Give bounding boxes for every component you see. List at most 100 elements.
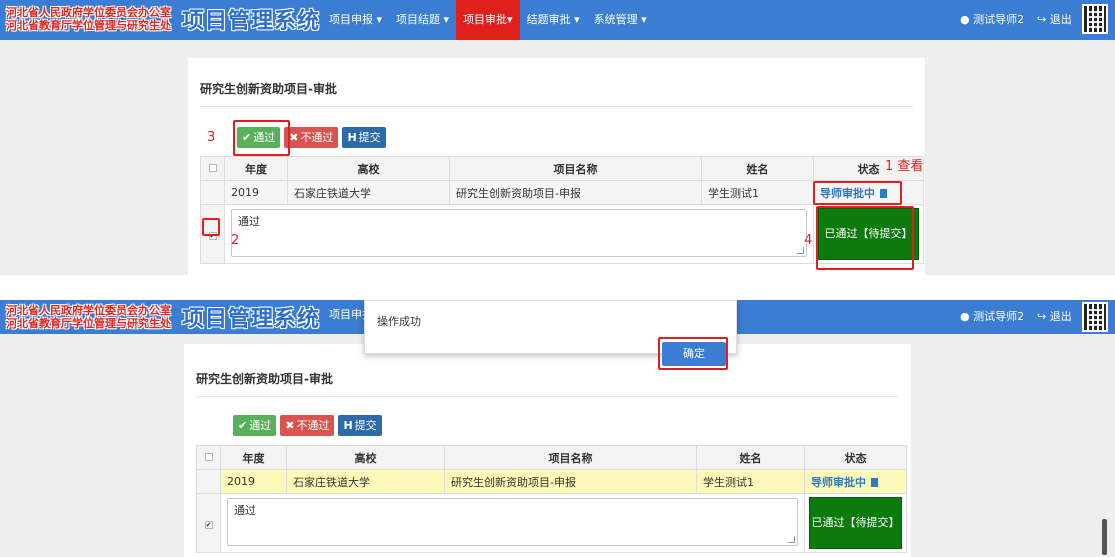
row-checkbox[interactable]: ✔	[196, 493, 221, 553]
org-logo: 河北省人民政府学位委员会办公室 河北省教育厅学位管理与研究生处	[6, 304, 171, 330]
cell-year: 2019	[220, 469, 287, 494]
col-name: 姓名	[701, 156, 814, 181]
page-title: 研究生创新资助项目-审批	[200, 82, 337, 96]
approval-panel: 研究生创新资助项目-审批 ✔ 通过 ✖ 不通过 H 提交 年度 高校 项目名称 姓名 …	[188, 58, 925, 275]
remark-cell: 通过	[220, 493, 805, 553]
annotation-box-ok	[658, 337, 728, 370]
submit-button[interactable]: H 提交	[342, 127, 386, 148]
org-line-2: 河北省教育厅学位管理与研究生处	[6, 19, 171, 32]
submit-label: 提交	[354, 419, 377, 432]
document-icon[interactable]	[871, 477, 878, 487]
col-year: 年度	[220, 445, 287, 470]
result-cell: 已通过【待提交】	[804, 493, 907, 553]
col-project: 项目名称	[449, 156, 702, 181]
cell-school: 石家庄铁道大学	[287, 180, 450, 205]
org-logo: 河北省人民政府学位委员会办公室 河北省教育厅学位管理与研究生处	[6, 6, 171, 32]
scrollbar-thumb[interactable]	[1102, 519, 1107, 555]
nav-system-admin[interactable]: 系统管理 ▾	[587, 0, 654, 40]
nav-project-close[interactable]: 项目结题 ▾	[389, 0, 456, 40]
cell-project: 研究生创新资助项目-申报	[444, 469, 697, 494]
qr-code	[1082, 302, 1108, 332]
table-row[interactable]: 2019 石家庄铁道大学 研究生创新资助项目-申报 学生测试1 导师审批中	[196, 469, 907, 494]
table-header-row: 年度 高校 项目名称 姓名 状态	[200, 156, 924, 181]
approval-panel: 研究生创新资助项目-审批 ✔ 通过 ✖ 不通过 H 提交 年度 高校 项目名称 姓名 …	[184, 344, 911, 557]
reject-label: 不通过	[296, 419, 330, 432]
remark-textarea[interactable]: 通过	[227, 498, 798, 546]
logout-link[interactable]: ↪ 退出	[1037, 0, 1072, 40]
remark-row: ✔ 通过 已通过【待提交】	[196, 493, 907, 553]
dialog-message: 操作成功	[377, 315, 421, 328]
logout-label: 退出	[1049, 13, 1072, 26]
select-all-checkbox[interactable]	[196, 445, 221, 470]
nav-project-approval[interactable]: 项目审批▾	[456, 0, 520, 40]
cross-icon: ✖	[289, 131, 299, 144]
user-icon: ●	[960, 310, 970, 323]
remark-textarea[interactable]: 通过	[231, 209, 807, 257]
nav-close-approval[interactable]: 结题审批 ▾	[520, 0, 587, 40]
system-name: 项目管理系统	[182, 9, 321, 34]
submit-label: 提交	[358, 131, 381, 144]
status-link[interactable]: 导师审批中	[811, 476, 866, 489]
project-table: 年度 高校 项目名称 姓名 状态 2019 石家庄铁道大学 研究生创新资助项目-…	[196, 445, 907, 553]
annotation-box-status	[813, 181, 902, 205]
table-header-row: 年度 高校 项目名称 姓名 状态	[196, 445, 907, 470]
user-icon: ●	[960, 13, 970, 26]
reject-button[interactable]: ✖ 不通过	[280, 415, 335, 436]
logout-label: 退出	[1049, 310, 1072, 323]
org-line-2: 河北省教育厅学位管理与研究生处	[6, 317, 171, 330]
action-toolbar: ✔ 通过 ✖ 不通过 H 提交	[233, 415, 382, 436]
cell-name: 学生测试1	[696, 469, 805, 494]
cell-status[interactable]: 导师审批中	[804, 469, 907, 494]
check-icon: ✔	[238, 419, 248, 432]
annotation-box-pass	[233, 120, 290, 156]
col-year: 年度	[224, 156, 288, 181]
main-nav: 项目申报 ▾ 项目结题 ▾ 项目审批▾ 结题审批 ▾ 系统管理 ▾	[322, 0, 654, 40]
logout-icon: ↪	[1037, 310, 1047, 323]
annotation-3: 3	[207, 130, 216, 145]
divider	[200, 106, 913, 107]
col-project: 项目名称	[444, 445, 697, 470]
logout-link[interactable]: ↪ 退出	[1037, 300, 1072, 334]
row-select-cell	[196, 469, 221, 494]
cell-project: 研究生创新资助项目-申报	[449, 180, 702, 205]
screenshot-before: 河北省人民政府学位委员会办公室 河北省教育厅学位管理与研究生处 项目管理系统 项…	[0, 0, 1115, 275]
annotation-2: 2	[231, 233, 240, 248]
pass-button[interactable]: ✔ 通过	[233, 415, 277, 436]
top-navbar: 河北省人民政府学位委员会办公室 河北省教育厅学位管理与研究生处 项目管理系统 项…	[0, 0, 1115, 40]
user-name: 测试导师2	[973, 310, 1025, 323]
page-title: 研究生创新资助项目-审批	[196, 372, 333, 386]
cross-icon: ✖	[285, 419, 295, 432]
user-menu[interactable]: ● 测试导师2	[960, 0, 1024, 40]
submit-button[interactable]: H 提交	[338, 415, 382, 436]
divider	[196, 396, 899, 397]
pass-label: 通过	[249, 419, 272, 432]
col-school: 高校	[286, 445, 445, 470]
select-all-checkbox[interactable]	[200, 156, 225, 181]
system-name: 项目管理系统	[182, 307, 321, 332]
annotation-4: 4	[804, 233, 813, 248]
screenshot-after: 河北省人民政府学位委员会办公室 河北省教育厅学位管理与研究生处 项目管理系统 项…	[0, 300, 1115, 557]
cell-year: 2019	[224, 180, 288, 205]
nav-project-apply[interactable]: 项目申报 ▾	[322, 0, 389, 40]
user-name: 测试导师2	[973, 13, 1025, 26]
remark-cell: 通过	[224, 204, 814, 264]
org-line-1: 河北省人民政府学位委员会办公室	[6, 6, 171, 19]
annotation-1: 1 查看	[885, 159, 924, 174]
annotation-box-result	[816, 206, 914, 270]
result-badge: 已通过【待提交】	[809, 497, 902, 549]
cell-name: 学生测试1	[701, 180, 814, 205]
cell-school: 石家庄铁道大学	[286, 469, 445, 494]
annotation-box-checkbox	[202, 218, 220, 236]
row-select-cell	[200, 180, 225, 205]
org-line-1: 河北省人民政府学位委员会办公室	[6, 304, 171, 317]
reject-label: 不通过	[300, 131, 334, 144]
qr-code	[1082, 4, 1108, 34]
user-menu[interactable]: ● 测试导师2	[960, 300, 1024, 334]
col-status: 状态	[804, 445, 907, 470]
col-name: 姓名	[696, 445, 805, 470]
logout-icon: ↪	[1037, 13, 1047, 26]
save-icon: H	[347, 131, 357, 144]
save-icon: H	[343, 419, 353, 432]
reject-button[interactable]: ✖ 不通过	[284, 127, 339, 148]
col-school: 高校	[287, 156, 450, 181]
